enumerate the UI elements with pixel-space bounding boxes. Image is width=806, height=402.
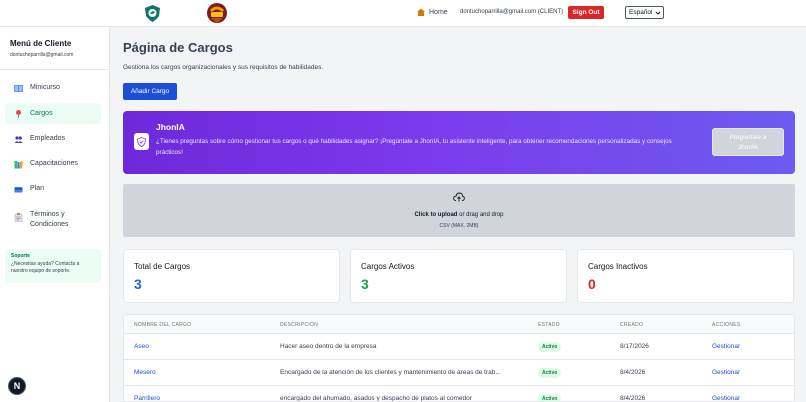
sidebar-item-plan[interactable]: Plan	[5, 185, 101, 194]
stat-total-cargos: Total de Cargos 3	[123, 249, 340, 303]
sidebar-item-capacitaciones[interactable]: Capacitaciones	[5, 160, 101, 169]
sidebar-item-label: Empleados	[30, 135, 66, 142]
stat-cargos-inactivos: Cargos Inactivos 0	[577, 249, 794, 303]
support-desc-line2: nuestro equipo de soporte.	[11, 268, 71, 274]
created-date: 8/4/2026	[620, 369, 646, 376]
gestionar-link[interactable]: Gestionar	[712, 395, 740, 401]
cargo-description: encargado del ahumado, asados y despacho…	[280, 395, 472, 402]
sidebar-item-label: Capacitaciones	[30, 160, 78, 167]
created-date: 8/17/2026	[620, 343, 649, 350]
stat-label: Cargos Activos	[361, 262, 415, 271]
table-row: Parrillero encargado del ahumado, asados…	[124, 386, 794, 402]
support-desc: ¿Necesitas ayuda? Contacta a nuestro equ…	[11, 261, 95, 275]
csv-upload-dropzone[interactable]: Click to upload or drag and drop CSV (MA…	[123, 184, 795, 237]
sidebar-item-label: Minicurso	[30, 84, 60, 91]
cargo-description: Encargado de la atención de los clientes…	[280, 369, 501, 376]
ai-description: ¿Tienes preguntas sobre cómo gestionar t…	[156, 138, 672, 156]
people-icon	[14, 136, 23, 143]
chevron-down-icon	[655, 11, 661, 15]
support-desc-line1: ¿Necesitas ayuda? Contacta a	[11, 261, 80, 267]
user-email: dontuchoparrilla@gmail.com (CLIENT)	[460, 9, 564, 15]
sidebar-email: dontuchoparrilla@gmail.com	[10, 52, 74, 58]
page-title: Página de Cargos	[123, 40, 233, 55]
header-nombre: NOMBRE DEL CARGO	[134, 322, 192, 328]
pin-icon	[16, 110, 21, 118]
sidebar-item-label: Términos y Condiciones	[30, 210, 69, 230]
cargos-table: NOMBRE DEL CARGO DESCRIPCIÓN ESTADO CREA…	[123, 314, 795, 402]
table-header: NOMBRE DEL CARGO DESCRIPCIÓN ESTADO CREA…	[124, 315, 794, 334]
ai-assistant-card: JhonIA ¿Tienes preguntas sobre cómo gest…	[123, 111, 795, 174]
terminos-line1: Términos y	[30, 211, 65, 218]
table-row: Mesero Encargado de la atención de los c…	[124, 360, 794, 386]
language-select[interactable]: Español	[625, 6, 664, 19]
upload-format: CSV (MAX. 2MB)	[439, 223, 479, 229]
cloud-upload-icon	[453, 192, 465, 202]
add-cargo-button[interactable]: Añadir Cargo	[123, 83, 177, 100]
home-link[interactable]: Home	[417, 8, 448, 16]
sidebar-title: Menú de Cliente	[10, 39, 72, 48]
ask-jhonia-button[interactable]: Pregúntale a JhonIA	[712, 128, 784, 156]
stat-value: 0	[588, 276, 596, 292]
cargo-name-link[interactable]: Mesero	[134, 369, 156, 376]
stat-value: 3	[134, 276, 142, 292]
page-subtitle: Gestiona los cargos organizacionales y s…	[123, 64, 324, 71]
shield-check-icon	[134, 133, 149, 150]
cargo-description: Hacer aseo dentro de la empresa	[280, 343, 377, 350]
restaurant-logo-icon	[207, 3, 227, 23]
status-badge: Activo	[538, 342, 562, 352]
upload-instructions: Click to upload or drag and drop	[123, 212, 795, 218]
drag-drop-label: or drag and drop	[457, 212, 504, 218]
card-icon	[14, 187, 23, 193]
top-bar: Home dontuchoparrilla@gmail.com (CLIENT)…	[0, 0, 806, 27]
book-icon	[14, 85, 23, 92]
cargo-name-link[interactable]: Parrillero	[134, 395, 160, 401]
sidebar-item-terminos[interactable]: Términos y Condiciones	[5, 210, 101, 230]
home-icon	[417, 8, 425, 16]
sidebar-item-cargos[interactable]: Cargos	[5, 103, 101, 124]
table-row: Aseo Hacer aseo dentro de la empresa Act…	[124, 334, 794, 360]
stat-value: 3	[361, 276, 369, 292]
clipboard-icon	[14, 213, 23, 222]
language-value: Español	[629, 9, 653, 16]
stat-label: Cargos Inactivos	[588, 262, 648, 271]
support-title: Soporte	[11, 253, 30, 259]
status-badge: Activo	[538, 368, 562, 378]
header-estado: ESTADO	[538, 322, 560, 328]
sidebar-divider	[0, 69, 109, 70]
sidebar: Menú de Cliente dontuchoparrilla@gmail.c…	[0, 27, 110, 402]
home-label: Home	[429, 8, 448, 16]
books-icon	[14, 161, 23, 169]
header-creado: CREADO	[620, 322, 644, 328]
click-to-upload-label[interactable]: Click to upload	[414, 212, 457, 218]
ai-title: JhonIA	[156, 122, 185, 132]
brand-logo-icon[interactable]	[145, 5, 160, 22]
sidebar-item-label: Plan	[30, 185, 45, 192]
sidebar-item-empleados[interactable]: Empleados	[5, 135, 101, 144]
sign-out-button[interactable]: Sign Out	[568, 6, 604, 19]
sidebar-item-label: Cargos	[30, 110, 53, 117]
stat-label: Total de Cargos	[134, 262, 191, 271]
cargo-name-link[interactable]: Aseo	[134, 343, 149, 350]
created-date: 8/4/2026	[620, 395, 646, 402]
header-acciones: ACCIONES	[712, 322, 741, 328]
gestionar-link[interactable]: Gestionar	[712, 369, 740, 376]
gestionar-link[interactable]: Gestionar	[712, 343, 740, 350]
header-descripcion: DESCRIPCIÓN	[280, 322, 319, 328]
ask-jhonia-line2: JhonIA	[737, 144, 759, 151]
ask-jhonia-line1: Pregúntale a	[729, 134, 767, 141]
status-badge: Activo	[538, 394, 562, 401]
sidebar-item-minicurso[interactable]: Minicurso	[5, 84, 101, 93]
terminos-line2: Condiciones	[30, 221, 69, 228]
floating-n-button[interactable]: N	[8, 377, 26, 395]
support-box: Soporte ¿Necesitas ayuda? Contacta a nue…	[5, 249, 101, 283]
stat-cargos-activos: Cargos Activos 3	[350, 249, 567, 303]
